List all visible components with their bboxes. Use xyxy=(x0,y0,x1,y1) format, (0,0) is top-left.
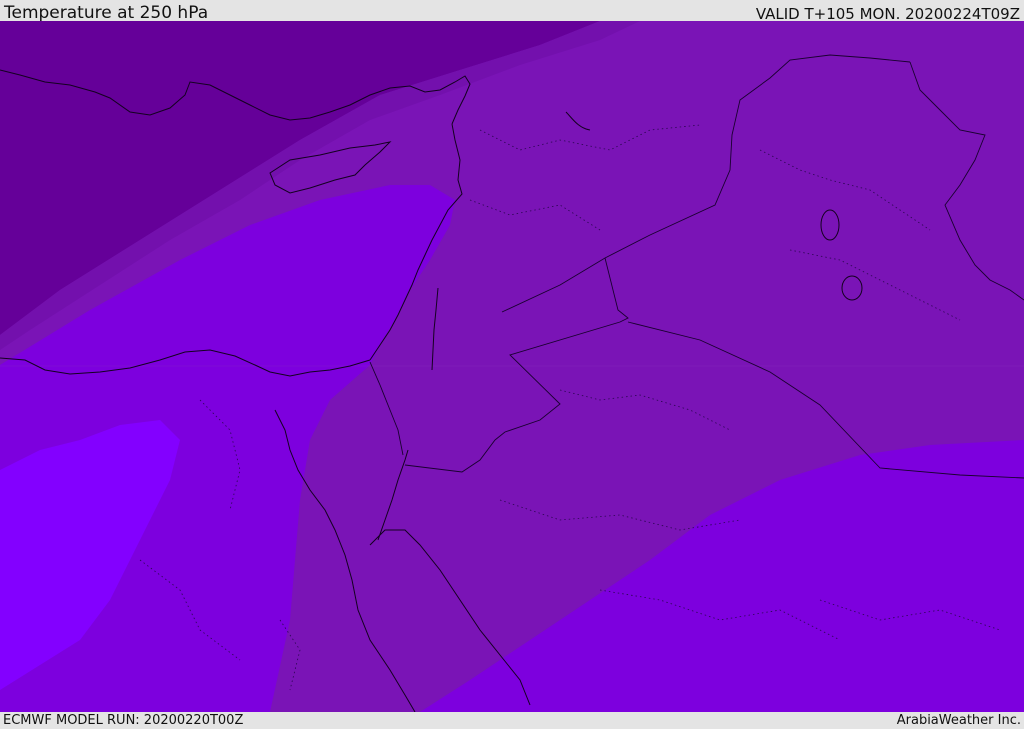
credit-text: ArabiaWeather Inc. xyxy=(896,713,1021,728)
footer-bar: ECMWF MODEL RUN: 20200220T00Z ArabiaWeat… xyxy=(0,712,1024,729)
map-title: Temperature at 250 hPa xyxy=(4,3,209,23)
map-canvas xyxy=(0,21,1024,712)
header-bar: Temperature at 250 hPa VALID T+105 MON. … xyxy=(0,0,1024,23)
model-run: ECMWF MODEL RUN: 20200220T00Z xyxy=(3,713,244,728)
temperature-map[interactable] xyxy=(0,21,1024,712)
